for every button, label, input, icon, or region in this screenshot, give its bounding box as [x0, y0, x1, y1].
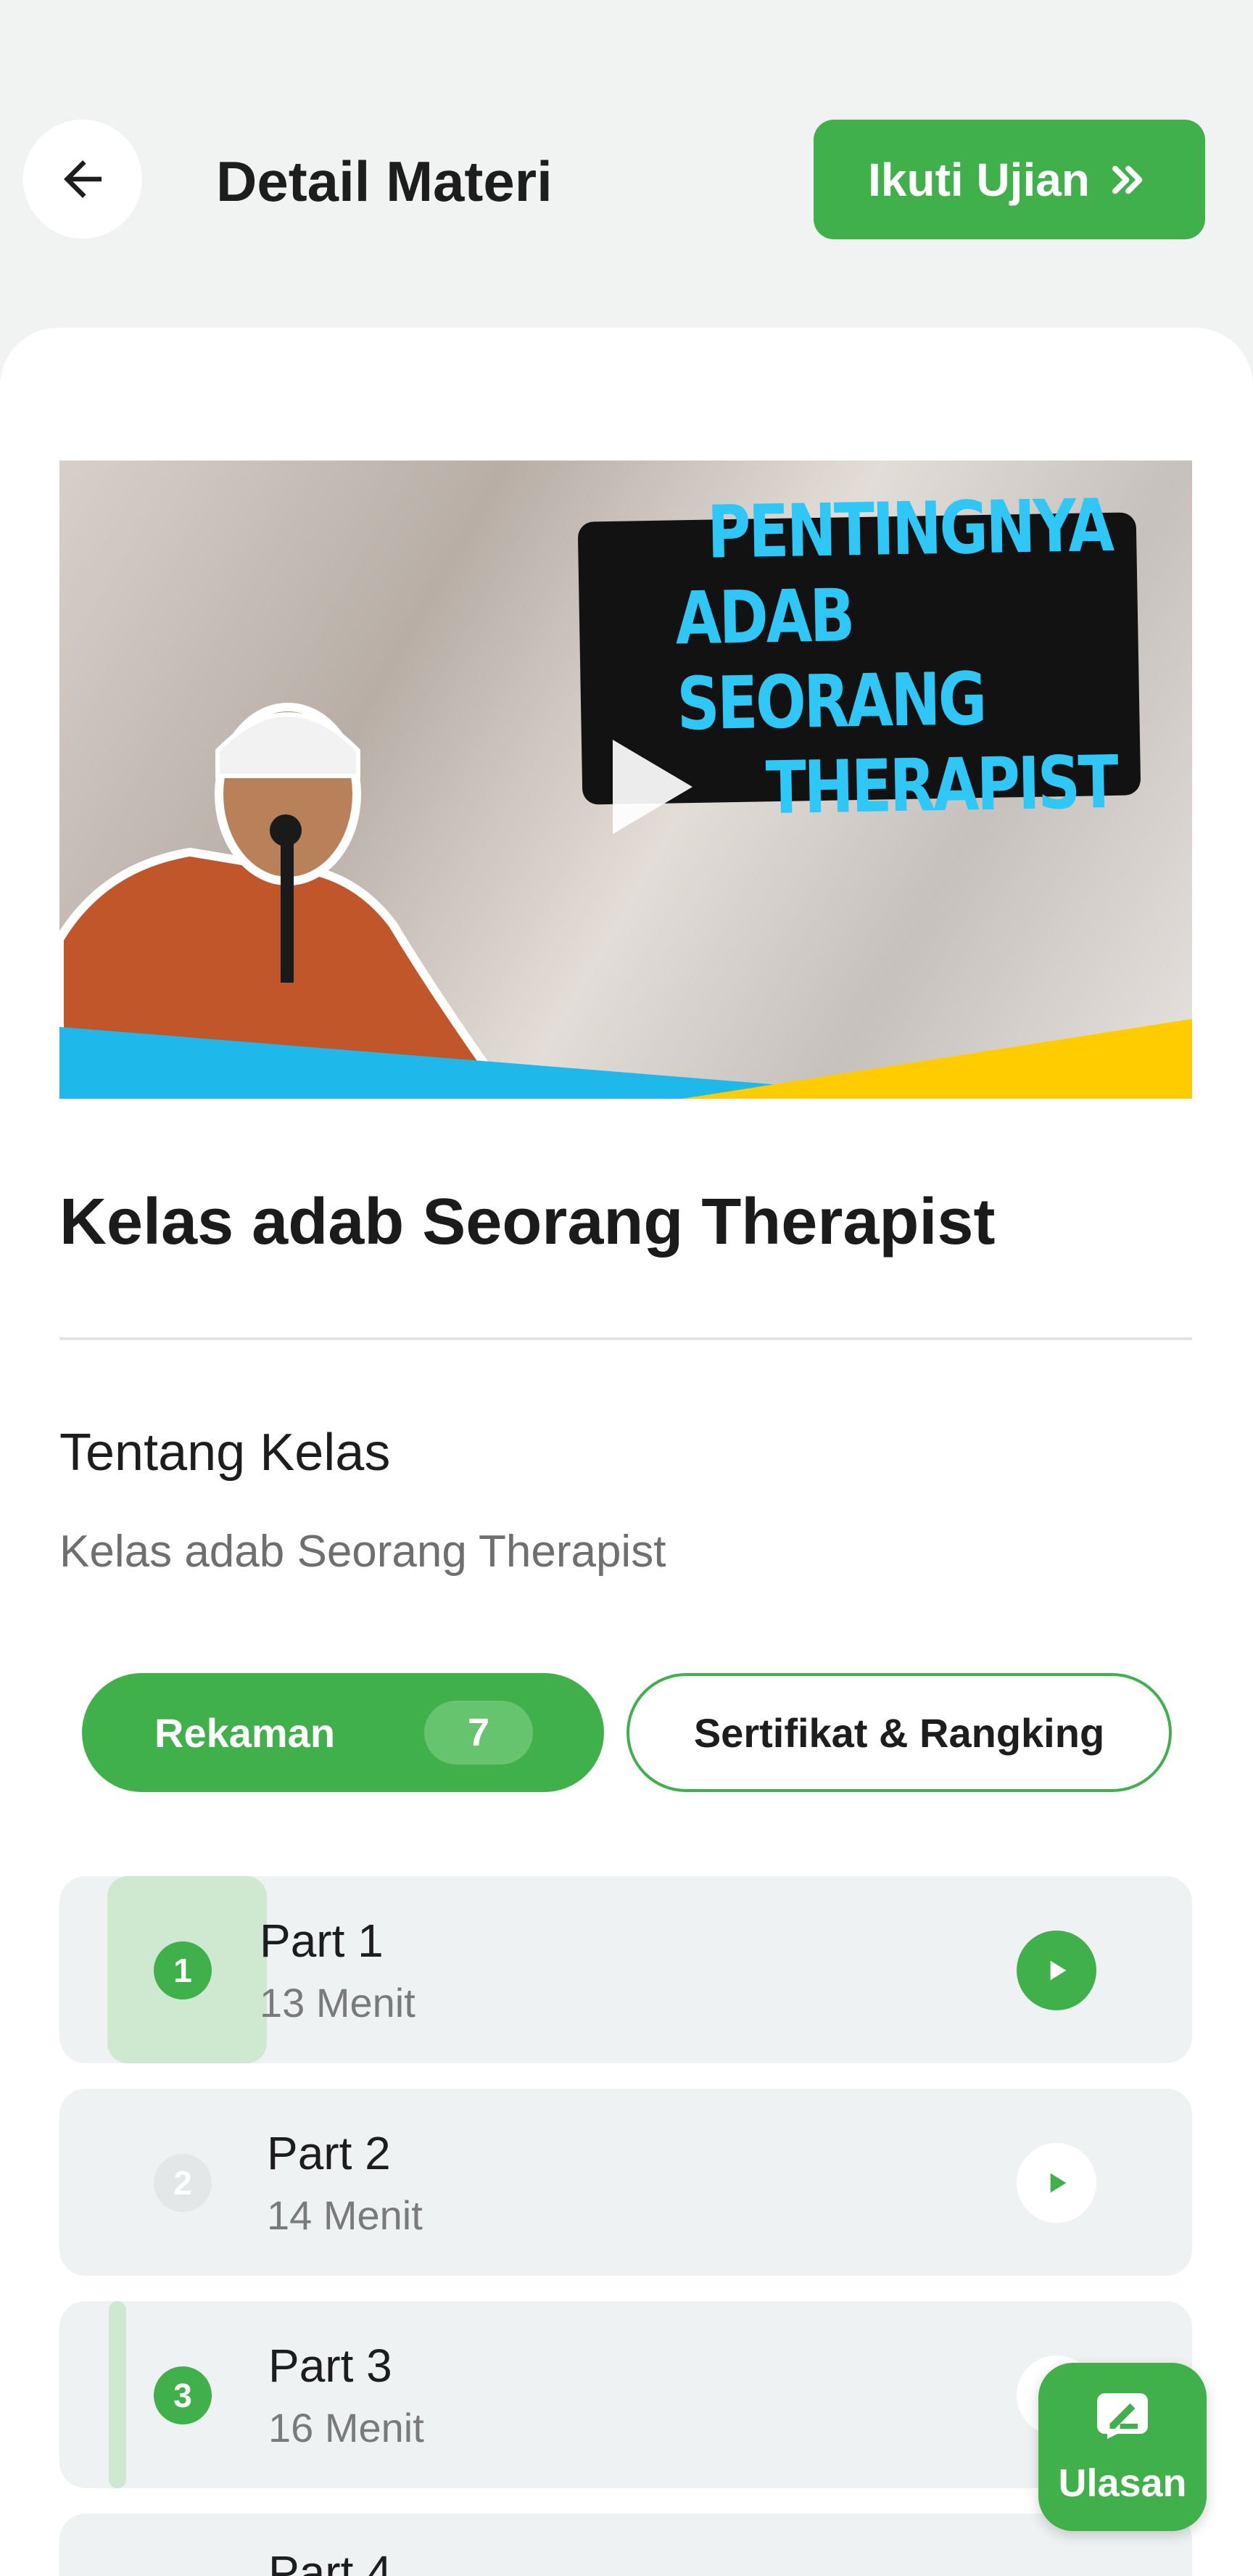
play-icon: [1050, 1960, 1067, 1981]
tab-recordings-label: Rekaman: [154, 1709, 336, 1756]
part-duration: 13 Menit: [260, 1980, 415, 2026]
part-duration: 14 Menit: [267, 2192, 423, 2238]
course-title: Kelas adab Seorang Therapist: [59, 1186, 996, 1258]
part-number-badge: 1: [154, 1941, 212, 1999]
thumbnail-title-line-2: ADAB SEORANG: [674, 573, 985, 747]
arrow-left-icon: [64, 160, 102, 198]
play-icon: [1050, 2173, 1067, 2193]
tab-recordings[interactable]: Rekaman 7: [82, 1673, 604, 1792]
progress-indicator: [109, 2301, 126, 2488]
thumbnail-title-line-3: THERAPIST: [764, 739, 1117, 831]
back-button[interactable]: [23, 120, 142, 239]
tab-certificate-ranking[interactable]: Sertifikat & Rangking: [626, 1673, 1172, 1792]
video-thumbnail[interactable]: PENTINGNYA ADAB SEORANG THERAPIST: [59, 461, 1192, 1099]
take-exam-label: Ikuti Ujian: [868, 153, 1090, 206]
speaker-illustration: [59, 703, 515, 1099]
list-item[interactable]: 3 Part 3 16 Menit: [59, 2301, 1192, 2488]
take-exam-button[interactable]: Ikuti Ujian: [814, 120, 1205, 239]
video-play-overlay[interactable]: [587, 722, 718, 852]
list-item[interactable]: 2 Part 2 14 Menit: [59, 2089, 1192, 2276]
double-chevron-right-icon: [1112, 165, 1143, 194]
part-title: Part 3: [268, 2340, 392, 2392]
part-duration: 16 Menit: [268, 2405, 424, 2451]
edit-review-icon: [1097, 2393, 1148, 2439]
play-button[interactable]: [1017, 1931, 1096, 2010]
page-title: Detail Materi: [216, 149, 553, 213]
divider: [59, 1337, 1192, 1340]
about-heading: Tentang Kelas: [59, 1424, 391, 1482]
review-button[interactable]: Ulasan: [1038, 2363, 1207, 2531]
part-title: Part 4: [268, 2546, 392, 2576]
list-item[interactable]: 1 Part 1 13 Menit: [59, 1876, 1192, 2063]
part-number-badge: 3: [154, 2366, 212, 2424]
review-label: Ulasan: [1058, 2461, 1187, 2505]
top-bar: Detail Materi Ikuti Ujian: [0, 0, 1253, 326]
part-number-badge: 2: [154, 2154, 212, 2212]
play-button[interactable]: [1017, 2143, 1096, 2223]
recordings-count-badge: 7: [424, 1701, 533, 1764]
part-title: Part 1: [260, 1915, 384, 1967]
about-description: Kelas adab Seorang Therapist: [59, 1527, 666, 1577]
part-title: Part 2: [267, 2127, 391, 2179]
tab-certificate-label: Sertifikat & Rangking: [693, 1709, 1105, 1756]
play-icon: [613, 740, 692, 834]
thumbnail-title-line-1: PENTINGNYA: [706, 482, 1112, 575]
list-item[interactable]: Part 4: [59, 2514, 1192, 2576]
